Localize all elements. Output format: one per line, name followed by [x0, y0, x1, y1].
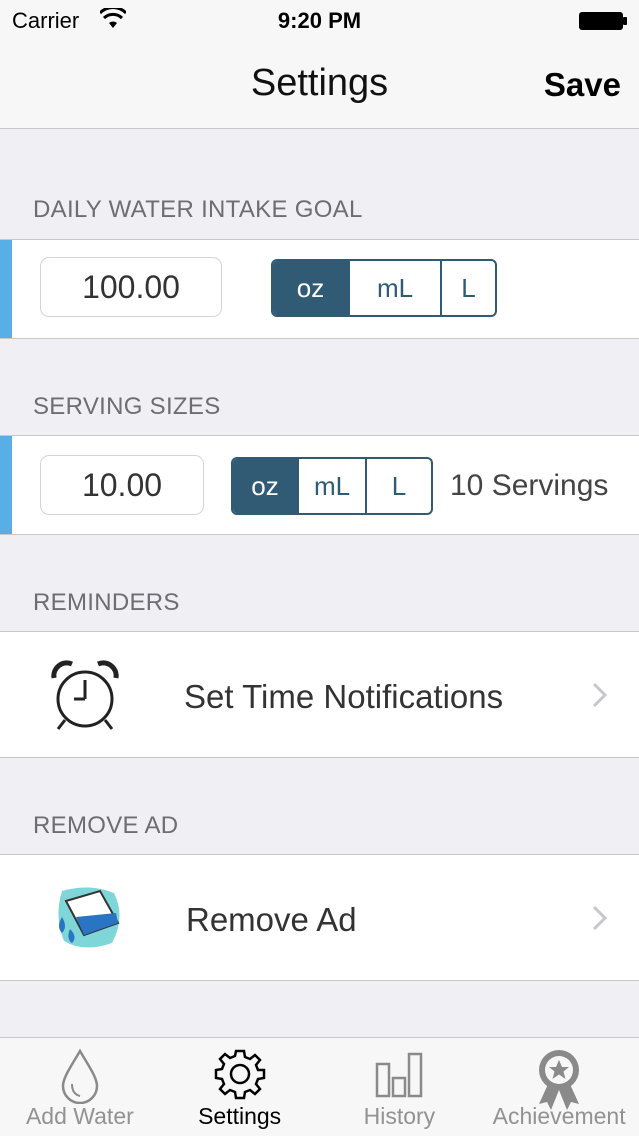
water-drop-icon [61, 1048, 99, 1104]
status-time: 9:20 PM [277, 8, 362, 33]
unit-l-option[interactable]: L [367, 459, 431, 513]
section-header-serving-sizes: SERVING SIZES [33, 393, 221, 420]
tab-settings[interactable]: Settings [160, 1038, 320, 1136]
accent-bar [0, 436, 12, 534]
serving-size-input[interactable]: 10.00 [40, 455, 204, 515]
remove-ad-label: Remove Ad [186, 901, 357, 938]
set-time-notifications-row[interactable]: Set Time Notifications [0, 631, 639, 758]
gear-icon [214, 1049, 265, 1100]
remove-ad-row[interactable]: Remove Ad [0, 854, 639, 981]
unit-ml-option[interactable]: mL [350, 261, 442, 315]
daily-goal-input[interactable]: 100.00 [40, 257, 222, 317]
serving-size-row: 10.00 oz mL L 10 Servings [0, 435, 639, 535]
tab-label: Settings [198, 1103, 282, 1129]
accent-bar [0, 240, 12, 338]
tab-history[interactable]: History [320, 1038, 480, 1136]
unit-oz-option[interactable]: oz [273, 261, 350, 315]
section-header-remove-ad: REMOVE AD [33, 812, 179, 839]
tab-achievement[interactable]: Achievement [479, 1038, 639, 1136]
navigation-bar: Settings Save [0, 42, 639, 129]
daily-goal-row: 100.00 oz mL L [0, 239, 639, 339]
tab-label: Achievement [492, 1103, 626, 1129]
chevron-right-icon [592, 682, 608, 708]
section-header-reminders: REMINDERS [33, 589, 180, 616]
water-glass-icon [58, 887, 120, 948]
unit-l-option[interactable]: L [442, 261, 495, 315]
bar-chart-icon [376, 1052, 423, 1098]
award-ribbon-icon [539, 1050, 580, 1110]
unit-oz-option[interactable]: oz [233, 459, 299, 513]
section-header-daily-goal: DAILY WATER INTAKE GOAL [33, 196, 363, 223]
tab-label: History [363, 1103, 436, 1129]
status-bar: Carrier 9:20 PM [0, 0, 639, 42]
tab-bar: Add Water Settings History Achievement [0, 1037, 639, 1136]
save-button[interactable]: Save [544, 66, 621, 104]
chevron-right-icon [592, 905, 608, 931]
battery-icon [579, 12, 627, 30]
set-time-notifications-label: Set Time Notifications [184, 678, 504, 715]
unit-ml-option[interactable]: mL [299, 459, 367, 513]
serving-unit-selector: oz mL L [231, 457, 433, 515]
daily-goal-unit-selector: oz mL L [271, 259, 497, 317]
alarm-clock-icon [51, 660, 119, 730]
tab-label: Add Water [25, 1103, 134, 1129]
servings-count-label: 10 Servings [450, 469, 609, 502]
tab-add-water[interactable]: Add Water [0, 1038, 160, 1136]
